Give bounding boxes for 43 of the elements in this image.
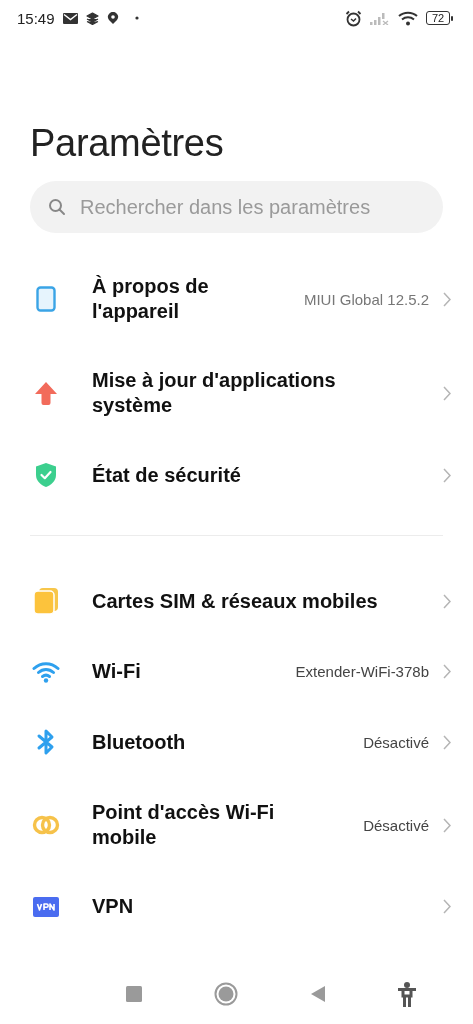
wifi-icon	[398, 10, 418, 26]
clock-time: 15:49	[17, 9, 55, 27]
settings-item[interactable]: Bluetooth Désactivé	[0, 706, 473, 778]
phone-icon	[36, 286, 56, 312]
chevron-right-icon	[443, 899, 451, 914]
page-title: Paramètres	[30, 121, 225, 166]
settings-item[interactable]: VPN	[0, 872, 473, 941]
item-value: Désactivé	[363, 816, 429, 834]
chevron-right-icon	[443, 664, 451, 679]
chevron-right-icon	[443, 385, 451, 401]
home-button[interactable]	[214, 982, 239, 1006]
item-value: MIUI Global 12.5.2	[303, 290, 429, 308]
wifi-icon	[32, 660, 60, 683]
search-field[interactable]: Rechercher dans les paramètres	[30, 181, 443, 233]
settings-item[interactable]: Cartes SIM & réseaux mobiles	[0, 565, 473, 637]
chevron-right-icon	[443, 291, 451, 307]
vpn-icon	[33, 896, 59, 917]
settings-item[interactable]: Wi-Fi Extender-WiFi-378b	[0, 637, 473, 706]
alarm-clock-icon	[345, 9, 362, 27]
layers-icon	[85, 11, 99, 25]
settings-item[interactable]: À propos de l'appareil MIUI Global 12.5.2	[0, 252, 473, 346]
settings-item[interactable]: Point d'accès Wi-Fi mobile Désactivé	[0, 778, 473, 872]
back-button[interactable]	[310, 986, 325, 1002]
accessibility-button[interactable]	[396, 981, 417, 1007]
battery-level: 72	[426, 11, 450, 25]
item-value: Désactivé	[363, 733, 429, 751]
settings-item[interactable]: État de sécurité	[0, 440, 473, 510]
arrow-up-icon	[34, 381, 58, 405]
recents-button[interactable]	[126, 986, 143, 1002]
shield-check-icon	[35, 462, 57, 488]
sim-card-icon	[33, 587, 59, 615]
item-value: Extender-WiFi-378b	[295, 663, 429, 680]
chevron-right-icon	[443, 467, 451, 483]
chevron-right-icon	[443, 817, 451, 833]
signal-no-service-icon	[370, 11, 390, 25]
linked-rings-icon	[32, 814, 60, 836]
mail-icon	[62, 12, 78, 24]
location-pin-icon	[106, 11, 119, 25]
chevron-right-icon	[443, 734, 451, 750]
chevron-right-icon	[443, 593, 451, 609]
settings-item[interactable]: Mise à jour d'applications système	[0, 346, 473, 440]
bluetooth-icon	[36, 728, 56, 756]
notification-dot-icon	[134, 16, 139, 20]
